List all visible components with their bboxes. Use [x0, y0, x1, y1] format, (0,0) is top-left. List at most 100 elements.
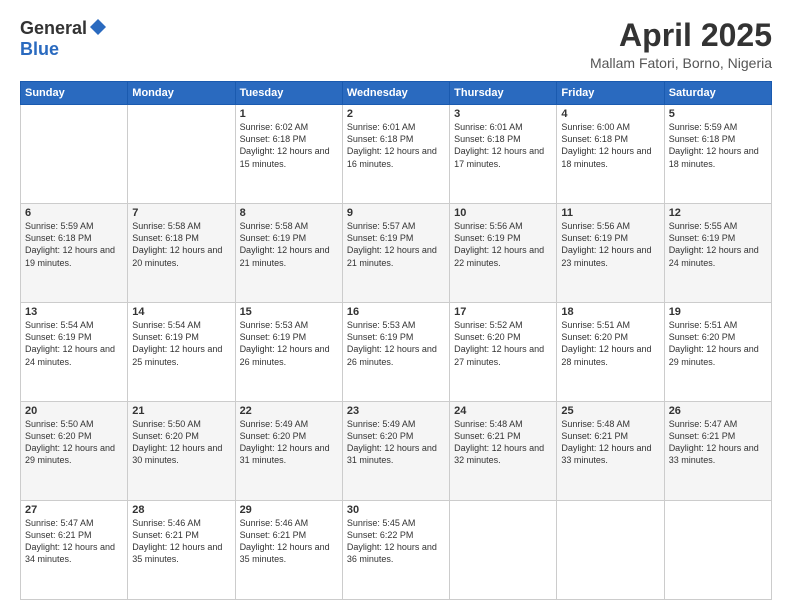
calendar-cell: 23Sunrise: 5:49 AM Sunset: 6:20 PM Dayli… — [342, 402, 449, 501]
month-title: April 2025 — [590, 18, 772, 53]
calendar-cell: 9Sunrise: 5:57 AM Sunset: 6:19 PM Daylig… — [342, 204, 449, 303]
day-number: 3 — [454, 108, 552, 120]
calendar-cell: 26Sunrise: 5:47 AM Sunset: 6:21 PM Dayli… — [664, 402, 771, 501]
calendar-cell: 11Sunrise: 5:56 AM Sunset: 6:19 PM Dayli… — [557, 204, 664, 303]
calendar-cell — [664, 501, 771, 600]
calendar-week-row: 1Sunrise: 6:02 AM Sunset: 6:18 PM Daylig… — [21, 105, 772, 204]
day-info: Sunrise: 5:56 AM Sunset: 6:19 PM Dayligh… — [561, 220, 659, 269]
day-number: 14 — [132, 306, 230, 318]
calendar-cell — [21, 105, 128, 204]
day-info: Sunrise: 5:55 AM Sunset: 6:19 PM Dayligh… — [669, 220, 767, 269]
calendar-cell: 8Sunrise: 5:58 AM Sunset: 6:19 PM Daylig… — [235, 204, 342, 303]
day-info: Sunrise: 6:01 AM Sunset: 6:18 PM Dayligh… — [347, 121, 445, 170]
calendar-cell — [450, 501, 557, 600]
day-info: Sunrise: 5:58 AM Sunset: 6:19 PM Dayligh… — [240, 220, 338, 269]
day-number: 26 — [669, 405, 767, 417]
day-number: 13 — [25, 306, 123, 318]
day-number: 6 — [25, 207, 123, 219]
calendar-cell: 15Sunrise: 5:53 AM Sunset: 6:19 PM Dayli… — [235, 303, 342, 402]
calendar-cell: 6Sunrise: 5:59 AM Sunset: 6:18 PM Daylig… — [21, 204, 128, 303]
calendar-cell: 29Sunrise: 5:46 AM Sunset: 6:21 PM Dayli… — [235, 501, 342, 600]
calendar-week-row: 13Sunrise: 5:54 AM Sunset: 6:19 PM Dayli… — [21, 303, 772, 402]
location-title: Mallam Fatori, Borno, Nigeria — [590, 55, 772, 71]
day-info: Sunrise: 5:54 AM Sunset: 6:19 PM Dayligh… — [25, 319, 123, 368]
day-info: Sunrise: 5:58 AM Sunset: 6:18 PM Dayligh… — [132, 220, 230, 269]
day-number: 12 — [669, 207, 767, 219]
day-info: Sunrise: 5:59 AM Sunset: 6:18 PM Dayligh… — [669, 121, 767, 170]
day-info: Sunrise: 5:54 AM Sunset: 6:19 PM Dayligh… — [132, 319, 230, 368]
calendar-cell: 13Sunrise: 5:54 AM Sunset: 6:19 PM Dayli… — [21, 303, 128, 402]
calendar-week-row: 27Sunrise: 5:47 AM Sunset: 6:21 PM Dayli… — [21, 501, 772, 600]
day-number: 21 — [132, 405, 230, 417]
calendar-cell: 12Sunrise: 5:55 AM Sunset: 6:19 PM Dayli… — [664, 204, 771, 303]
calendar-cell: 24Sunrise: 5:48 AM Sunset: 6:21 PM Dayli… — [450, 402, 557, 501]
day-info: Sunrise: 5:48 AM Sunset: 6:21 PM Dayligh… — [561, 418, 659, 467]
day-info: Sunrise: 5:57 AM Sunset: 6:19 PM Dayligh… — [347, 220, 445, 269]
calendar-cell: 16Sunrise: 5:53 AM Sunset: 6:19 PM Dayli… — [342, 303, 449, 402]
day-number: 16 — [347, 306, 445, 318]
calendar-cell: 4Sunrise: 6:00 AM Sunset: 6:18 PM Daylig… — [557, 105, 664, 204]
title-block: April 2025 Mallam Fatori, Borno, Nigeria — [590, 18, 772, 71]
day-info: Sunrise: 5:48 AM Sunset: 6:21 PM Dayligh… — [454, 418, 552, 467]
day-number: 27 — [25, 504, 123, 516]
day-info: Sunrise: 5:46 AM Sunset: 6:21 PM Dayligh… — [240, 517, 338, 566]
calendar-table: Sunday Monday Tuesday Wednesday Thursday… — [20, 81, 772, 600]
day-number: 25 — [561, 405, 659, 417]
col-tuesday: Tuesday — [235, 82, 342, 105]
day-info: Sunrise: 5:59 AM Sunset: 6:18 PM Dayligh… — [25, 220, 123, 269]
calendar-cell: 3Sunrise: 6:01 AM Sunset: 6:18 PM Daylig… — [450, 105, 557, 204]
calendar-cell: 20Sunrise: 5:50 AM Sunset: 6:20 PM Dayli… — [21, 402, 128, 501]
calendar-cell: 17Sunrise: 5:52 AM Sunset: 6:20 PM Dayli… — [450, 303, 557, 402]
col-saturday: Saturday — [664, 82, 771, 105]
calendar-cell: 21Sunrise: 5:50 AM Sunset: 6:20 PM Dayli… — [128, 402, 235, 501]
calendar-cell: 25Sunrise: 5:48 AM Sunset: 6:21 PM Dayli… — [557, 402, 664, 501]
calendar-cell: 18Sunrise: 5:51 AM Sunset: 6:20 PM Dayli… — [557, 303, 664, 402]
day-number: 5 — [669, 108, 767, 120]
calendar-header-row: Sunday Monday Tuesday Wednesday Thursday… — [21, 82, 772, 105]
day-info: Sunrise: 5:51 AM Sunset: 6:20 PM Dayligh… — [669, 319, 767, 368]
col-thursday: Thursday — [450, 82, 557, 105]
day-number: 28 — [132, 504, 230, 516]
calendar-cell: 19Sunrise: 5:51 AM Sunset: 6:20 PM Dayli… — [664, 303, 771, 402]
day-number: 2 — [347, 108, 445, 120]
logo-general-text: General — [20, 18, 87, 39]
day-info: Sunrise: 5:49 AM Sunset: 6:20 PM Dayligh… — [240, 418, 338, 467]
day-number: 20 — [25, 405, 123, 417]
day-info: Sunrise: 5:51 AM Sunset: 6:20 PM Dayligh… — [561, 319, 659, 368]
calendar-cell: 1Sunrise: 6:02 AM Sunset: 6:18 PM Daylig… — [235, 105, 342, 204]
day-info: Sunrise: 6:00 AM Sunset: 6:18 PM Dayligh… — [561, 121, 659, 170]
day-info: Sunrise: 5:46 AM Sunset: 6:21 PM Dayligh… — [132, 517, 230, 566]
day-number: 29 — [240, 504, 338, 516]
calendar-cell: 30Sunrise: 5:45 AM Sunset: 6:22 PM Dayli… — [342, 501, 449, 600]
calendar-cell: 5Sunrise: 5:59 AM Sunset: 6:18 PM Daylig… — [664, 105, 771, 204]
day-number: 11 — [561, 207, 659, 219]
calendar-week-row: 20Sunrise: 5:50 AM Sunset: 6:20 PM Dayli… — [21, 402, 772, 501]
day-number: 22 — [240, 405, 338, 417]
calendar-cell: 2Sunrise: 6:01 AM Sunset: 6:18 PM Daylig… — [342, 105, 449, 204]
day-info: Sunrise: 5:53 AM Sunset: 6:19 PM Dayligh… — [240, 319, 338, 368]
day-number: 17 — [454, 306, 552, 318]
logo: General Blue — [20, 18, 107, 60]
day-info: Sunrise: 6:01 AM Sunset: 6:18 PM Dayligh… — [454, 121, 552, 170]
day-number: 9 — [347, 207, 445, 219]
calendar-cell: 22Sunrise: 5:49 AM Sunset: 6:20 PM Dayli… — [235, 402, 342, 501]
calendar-cell: 14Sunrise: 5:54 AM Sunset: 6:19 PM Dayli… — [128, 303, 235, 402]
day-info: Sunrise: 5:50 AM Sunset: 6:20 PM Dayligh… — [25, 418, 123, 467]
day-info: Sunrise: 5:47 AM Sunset: 6:21 PM Dayligh… — [25, 517, 123, 566]
page: General Blue April 2025 Mallam Fatori, B… — [0, 0, 792, 612]
day-number: 18 — [561, 306, 659, 318]
col-wednesday: Wednesday — [342, 82, 449, 105]
day-info: Sunrise: 5:49 AM Sunset: 6:20 PM Dayligh… — [347, 418, 445, 467]
calendar-cell: 27Sunrise: 5:47 AM Sunset: 6:21 PM Dayli… — [21, 501, 128, 600]
day-number: 7 — [132, 207, 230, 219]
calendar-cell: 7Sunrise: 5:58 AM Sunset: 6:18 PM Daylig… — [128, 204, 235, 303]
day-info: Sunrise: 5:53 AM Sunset: 6:19 PM Dayligh… — [347, 319, 445, 368]
calendar-cell: 10Sunrise: 5:56 AM Sunset: 6:19 PM Dayli… — [450, 204, 557, 303]
calendar-week-row: 6Sunrise: 5:59 AM Sunset: 6:18 PM Daylig… — [21, 204, 772, 303]
day-number: 24 — [454, 405, 552, 417]
calendar-cell — [128, 105, 235, 204]
day-number: 23 — [347, 405, 445, 417]
day-info: Sunrise: 5:45 AM Sunset: 6:22 PM Dayligh… — [347, 517, 445, 566]
calendar-cell: 28Sunrise: 5:46 AM Sunset: 6:21 PM Dayli… — [128, 501, 235, 600]
day-info: Sunrise: 5:47 AM Sunset: 6:21 PM Dayligh… — [669, 418, 767, 467]
